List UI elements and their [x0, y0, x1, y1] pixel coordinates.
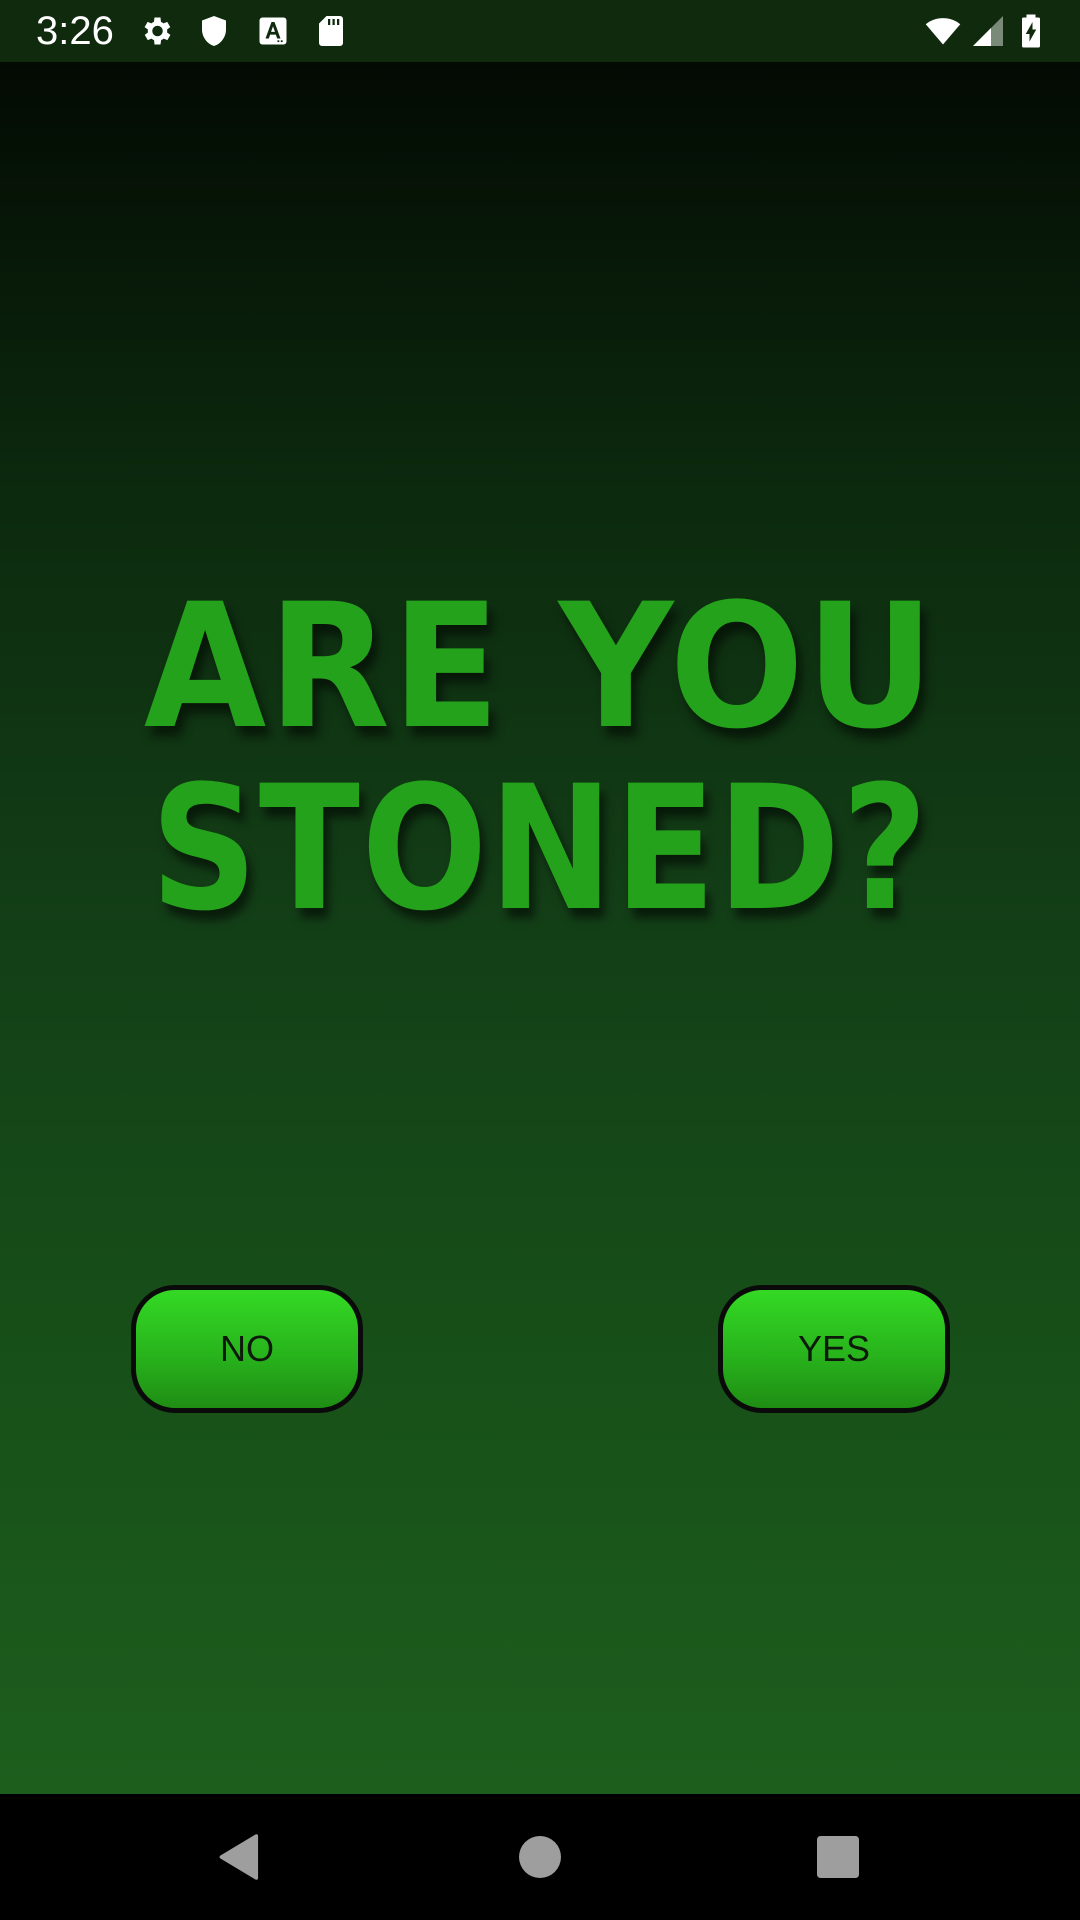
- status-time: 3:26: [36, 9, 114, 53]
- headline-line-2: STONED?: [150, 748, 930, 949]
- headline-line-1: ARE YOU: [143, 566, 937, 767]
- app-content: ARE YOU STONED? NO YES: [0, 62, 1080, 1794]
- text-a-icon: [255, 13, 291, 49]
- sd-card-icon: [313, 13, 349, 49]
- navigation-bar: [0, 1794, 1080, 1920]
- screen: 3:26 ARE YOU STONED? NO YES: [0, 0, 1080, 1920]
- yes-button[interactable]: YES: [718, 1285, 950, 1413]
- no-button[interactable]: NO: [131, 1285, 363, 1413]
- shield-icon: [196, 13, 232, 49]
- status-bar: 3:26: [0, 0, 1080, 62]
- gear-icon: [138, 13, 174, 49]
- recents-icon[interactable]: [810, 1829, 866, 1885]
- signal-icon: [970, 13, 1006, 49]
- back-icon[interactable]: [212, 1829, 268, 1885]
- home-icon[interactable]: [512, 1829, 568, 1885]
- battery-charging-icon: [1013, 13, 1049, 49]
- wifi-icon: [922, 13, 964, 49]
